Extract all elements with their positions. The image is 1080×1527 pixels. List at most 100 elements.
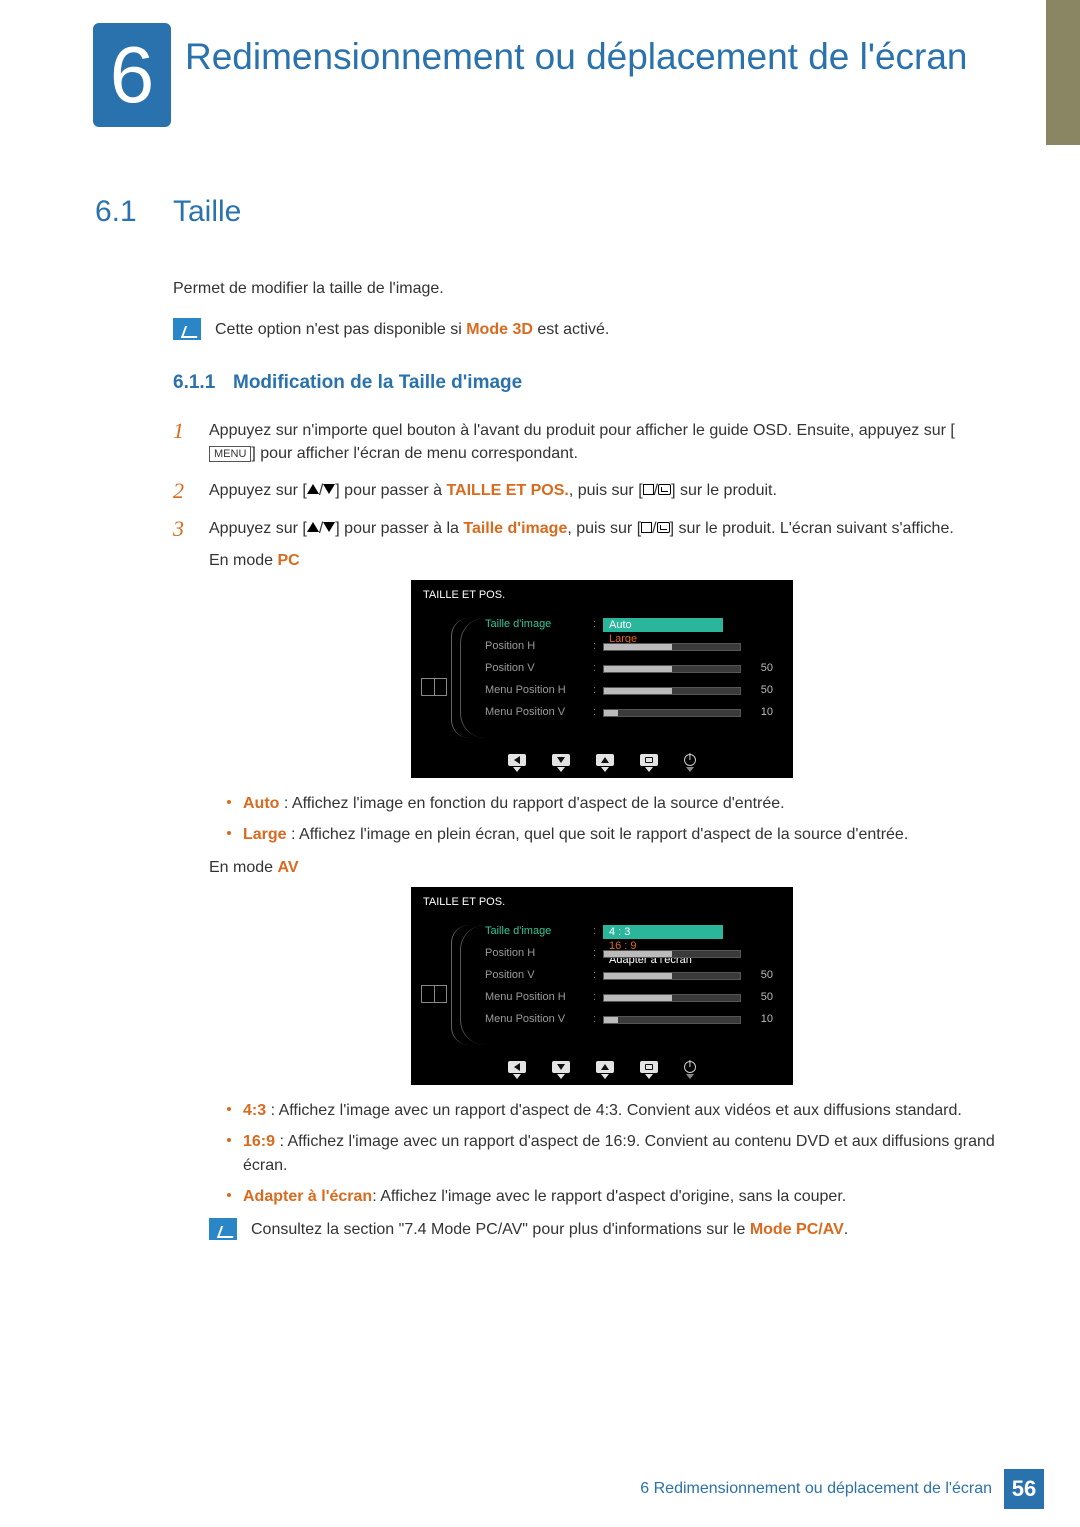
osd-row-label: Menu Position H <box>485 990 593 1006</box>
section-title: Taille <box>173 195 241 228</box>
osd-layout-icon <box>421 985 447 1003</box>
osd-nav-bar <box>411 1057 793 1077</box>
osd-row-label: Position V <box>485 661 593 677</box>
osd-slider-bar <box>603 665 741 673</box>
osd-dropdown: 4 : 316 : 9Adapter à l'écran <box>603 925 723 939</box>
chapter-number: 6 <box>110 29 155 121</box>
osd-row: Taille d'image:4 : 316 : 9Adapter à l'éc… <box>485 923 773 941</box>
osd-slider-bar <box>603 950 741 958</box>
osd-dropdown-option: Auto <box>609 618 717 632</box>
osd-nav-bar <box>411 750 793 770</box>
osd-dropdown-option: 4 : 3 <box>609 925 717 939</box>
note-icon <box>173 318 201 340</box>
bullets-av: 4:3 : Affichez l'image avec un rapport d… <box>209 1099 995 1208</box>
osd-row-label: Menu Position V <box>485 705 593 721</box>
up-arrow-icon <box>307 484 319 494</box>
osd-nav-up-icon <box>596 1061 614 1073</box>
menu-button-label: MENU <box>209 446 251 462</box>
enter-icon <box>658 484 671 495</box>
bullet-adapter: Adapter à l'écran: Affichez l'image avec… <box>209 1185 995 1208</box>
osd-row: Menu Position H:50 <box>485 989 773 1007</box>
osd-nav-down-icon <box>552 754 570 766</box>
osd-slider-bar <box>603 1016 741 1024</box>
osd-arc-decor <box>451 925 481 1045</box>
osd-nav-power-wrap <box>684 1061 696 1073</box>
section-body: Permet de modifier la taille de l'image.… <box>173 277 995 1269</box>
osd-row: Menu Position V:10 <box>485 704 773 722</box>
osd-row-label: Position V <box>485 968 593 984</box>
osd-row-label: Taille d'image <box>485 617 593 633</box>
osd-nav-power-wrap <box>684 754 696 766</box>
osd-title: TAILLE ET POS. <box>411 887 793 917</box>
chapter-number-badge: 6 <box>93 23 171 127</box>
footer-page-number: 56 <box>1004 1469 1044 1509</box>
osd-layout-icon <box>421 678 447 696</box>
highlight-av: AV <box>277 859 298 876</box>
down-arrow-icon <box>323 522 335 532</box>
osd-row: Taille d'image:AutoLarge <box>485 616 773 634</box>
step-2: 2 Appuyez sur [/] pour passer à TAILLE E… <box>173 479 995 503</box>
osd-row-label: Menu Position V <box>485 1012 593 1028</box>
footer: 6 Redimensionnement ou déplacement de l'… <box>640 1469 1044 1509</box>
osd-nav-up-icon <box>596 754 614 766</box>
osd-slider-bar <box>603 994 741 1002</box>
osd-slider-value: 10 <box>749 1012 773 1028</box>
mode-pc-line: En mode PC <box>209 549 995 572</box>
down-arrow-icon <box>323 484 335 494</box>
osd-row-label: Position H <box>485 639 593 655</box>
section-heading: 6.1Taille <box>95 195 995 229</box>
enter-icon <box>657 522 670 533</box>
note-icon <box>209 1218 237 1240</box>
step-number: 3 <box>173 517 191 1269</box>
osd-arc-decor <box>451 618 481 738</box>
osd-slider-bar <box>603 687 741 695</box>
step-3: 3 Appuyez sur [/] pour passer à la Taill… <box>173 517 995 1269</box>
step-3-body: Appuyez sur [/] pour passer à la Taille … <box>209 517 995 1269</box>
osd-slider-bar <box>603 972 741 980</box>
side-accent-bar <box>1046 0 1080 145</box>
step-2-body: Appuyez sur [/] pour passer à TAILLE ET … <box>209 479 995 503</box>
highlight-pc: PC <box>277 552 299 569</box>
note-2-text: Consultez la section "7.4 Mode PC/AV" po… <box>251 1218 848 1241</box>
osd-slider-value: 50 <box>749 990 773 1006</box>
subsection-title: Modification de la Taille d'image <box>233 372 522 393</box>
highlight-taille-pos: TAILLE ET POS. <box>446 482 568 499</box>
osd-nav-left-icon <box>508 754 526 766</box>
osd-title: TAILLE ET POS. <box>411 580 793 610</box>
note-1: Cette option n'est pas disponible si Mod… <box>173 318 995 341</box>
osd-nav-down-icon <box>552 1061 570 1073</box>
bullet-16-9: 16:9 : Affichez l'image avec un rapport … <box>209 1130 995 1176</box>
osd-slider-value: 50 <box>749 661 773 677</box>
step-number: 1 <box>173 419 191 465</box>
step-1-body: Appuyez sur n'importe quel bouton à l'av… <box>209 419 995 465</box>
osd-slider-value: 50 <box>749 968 773 984</box>
highlight-mode-pcav: Mode PC/AV <box>750 1221 844 1238</box>
osd-row: Position V:50 <box>485 660 773 678</box>
bullets-pc: Auto : Affichez l'image en fonction du r… <box>209 792 995 846</box>
osd-dropdown: AutoLarge <box>603 618 723 632</box>
osd-screenshot-pc: TAILLE ET POS. Taille d'image:AutoLarge P… <box>411 580 793 778</box>
osd-nav-enter-icon <box>640 1061 658 1073</box>
osd-nav-left-icon <box>508 1061 526 1073</box>
highlight-mode3d: Mode 3D <box>466 321 533 338</box>
content: 6.1Taille Permet de modifier la taille d… <box>95 195 995 1283</box>
osd-row: Menu Position V:10 <box>485 1011 773 1029</box>
osd-row-label: Taille d'image <box>485 924 593 940</box>
osd-row: Menu Position H:50 <box>485 682 773 700</box>
osd-screenshot-av: TAILLE ET POS. Taille d'image:4 : 316 : … <box>411 887 793 1085</box>
osd-slider-bar <box>603 709 741 717</box>
note-1-text: Cette option n'est pas disponible si Mod… <box>215 318 609 341</box>
osd-rows-pc: Taille d'image:AutoLargePosition H:Posit… <box>485 616 773 722</box>
bullet-large: Large : Affichez l'image en plein écran,… <box>209 823 995 846</box>
osd-slider-value: 10 <box>749 705 773 721</box>
osd-row: Position V:50 <box>485 967 773 985</box>
mode-av-line: En mode AV <box>209 856 995 879</box>
chapter-title: Redimensionnement ou déplacement de l'éc… <box>185 36 968 79</box>
osd-row-label: Menu Position H <box>485 683 593 699</box>
section-number: 6.1 <box>95 195 173 229</box>
osd-slider-bar <box>603 643 741 651</box>
osd-rows-av: Taille d'image:4 : 316 : 9Adapter à l'éc… <box>485 923 773 1029</box>
osd-row-label: Position H <box>485 946 593 962</box>
steps-list: 1 Appuyez sur n'importe quel bouton à l'… <box>173 419 995 1269</box>
bullet-auto: Auto : Affichez l'image en fonction du r… <box>209 792 995 815</box>
